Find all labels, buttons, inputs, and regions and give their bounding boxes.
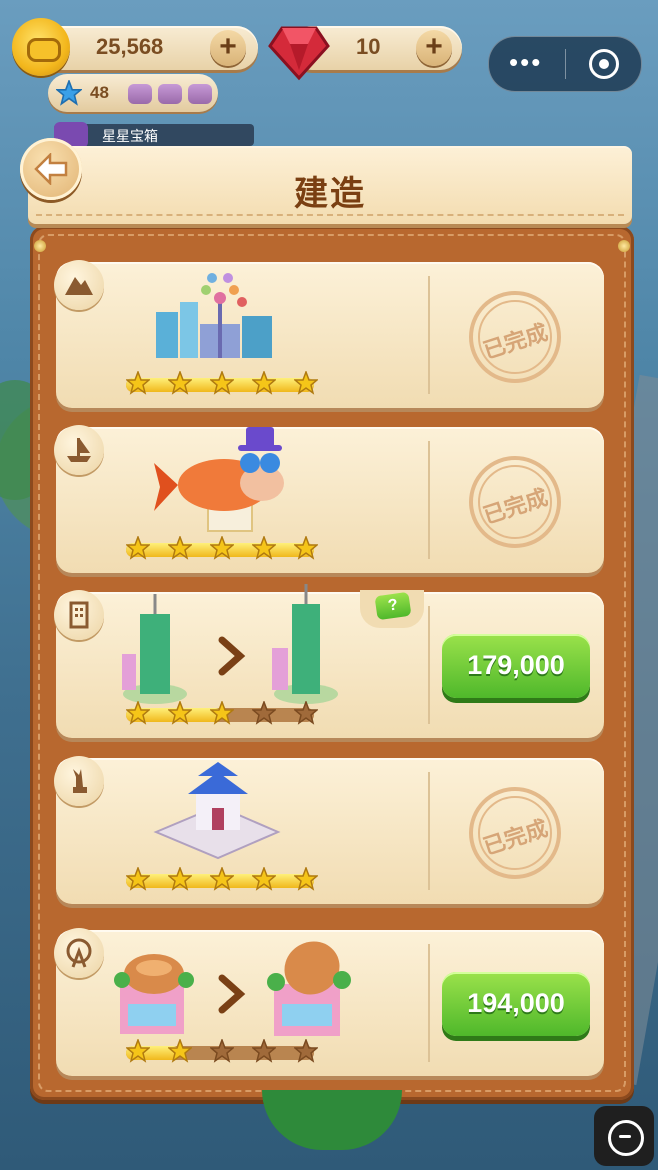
upgrade-price: 179,000 bbox=[467, 650, 565, 680]
stars-count: 48 bbox=[90, 83, 109, 102]
star-filled-icon bbox=[168, 701, 192, 725]
taipei-101-after-art bbox=[272, 584, 338, 704]
category-badge bbox=[54, 756, 104, 806]
ruby-icon bbox=[268, 26, 330, 81]
star-filled-icon bbox=[168, 371, 192, 395]
completed-stamp: 已完成 bbox=[460, 282, 570, 392]
card-divider bbox=[428, 944, 430, 1062]
completed-stamp: 已完成 bbox=[460, 778, 570, 888]
add-coins-button[interactable]: + bbox=[210, 30, 246, 66]
chat-button[interactable] bbox=[594, 1106, 654, 1166]
completed-stamp: 已完成 bbox=[460, 447, 570, 557]
card-divider bbox=[428, 441, 430, 559]
star-empty-icon bbox=[294, 701, 318, 725]
chest-icon bbox=[188, 84, 212, 104]
add-gems-button[interactable]: + bbox=[416, 30, 452, 66]
blue-star-icon bbox=[56, 80, 82, 106]
taipei-101-before-art bbox=[122, 594, 187, 704]
star-filled-icon bbox=[126, 867, 150, 891]
coin-amount: 25,568 bbox=[96, 34, 164, 59]
page-title: 建造 bbox=[294, 174, 366, 214]
back-button[interactable] bbox=[20, 138, 82, 200]
star-filled-icon bbox=[294, 867, 318, 891]
rivet bbox=[34, 240, 46, 252]
rivet bbox=[618, 240, 630, 252]
build-card-4[interactable]: 已完成 bbox=[54, 756, 604, 904]
card-divider bbox=[428, 772, 430, 890]
star-filled-icon bbox=[126, 371, 150, 395]
chest-icon bbox=[158, 84, 182, 104]
chest-icon bbox=[128, 84, 152, 104]
mini-program-capsule: ••• bbox=[488, 36, 642, 92]
star-rating bbox=[126, 701, 318, 725]
star-filled-icon bbox=[210, 371, 234, 395]
building-icon bbox=[69, 601, 89, 629]
star-chest-hint: 星星宝箱 bbox=[54, 122, 254, 148]
build-card-2[interactable]: 已完成 bbox=[54, 425, 604, 573]
upgrade-button[interactable]: 194,000 bbox=[442, 972, 590, 1036]
build-card-5[interactable]: 194,000 bbox=[54, 928, 604, 1076]
star-filled-icon bbox=[294, 371, 318, 395]
build-card-1[interactable]: 已完成 bbox=[54, 260, 604, 408]
capsule-divider bbox=[565, 49, 566, 79]
arrow-right-icon bbox=[218, 636, 246, 676]
coin-icon bbox=[12, 18, 70, 76]
panel-header: 建造 bbox=[28, 146, 632, 224]
star-filled-icon bbox=[210, 867, 234, 891]
card-divider bbox=[428, 606, 430, 724]
bread-shop-before-art bbox=[114, 954, 194, 1034]
memorial-hall-art bbox=[153, 762, 281, 860]
star-filled-icon bbox=[168, 1039, 192, 1063]
star-filled-icon bbox=[126, 536, 150, 560]
star-filled-icon bbox=[210, 701, 234, 725]
card-divider bbox=[428, 276, 430, 394]
star-filled-icon bbox=[252, 536, 276, 560]
upgrade-button[interactable]: 179,000 bbox=[442, 634, 590, 698]
star-rating bbox=[126, 536, 318, 560]
help-icon: ? bbox=[374, 591, 412, 621]
bread-shop-after-art bbox=[267, 941, 351, 1036]
star-empty-icon bbox=[294, 1039, 318, 1063]
star-filled-icon bbox=[126, 1039, 150, 1063]
ferris-wheel-icon bbox=[66, 938, 92, 968]
statue-icon bbox=[73, 769, 87, 793]
ship-icon bbox=[67, 438, 91, 462]
star-progress[interactable]: 48 bbox=[48, 74, 218, 112]
star-filled-icon bbox=[252, 867, 276, 891]
star-filled-icon bbox=[168, 536, 192, 560]
star-filled-icon bbox=[126, 701, 150, 725]
hint-label: 星星宝箱 bbox=[102, 128, 158, 144]
star-empty-icon bbox=[210, 1039, 234, 1063]
star-filled-icon bbox=[168, 867, 192, 891]
star-rating bbox=[126, 1039, 318, 1063]
category-badge bbox=[54, 425, 104, 475]
star-filled-icon bbox=[294, 536, 318, 560]
back-arrow-icon bbox=[34, 153, 68, 185]
mountain-icon bbox=[65, 277, 93, 295]
star-filled-icon bbox=[252, 371, 276, 395]
upgrade-price: 194,000 bbox=[467, 988, 565, 1018]
arrow-right-icon bbox=[218, 974, 246, 1014]
category-badge bbox=[54, 590, 104, 640]
star-empty-icon bbox=[252, 701, 276, 725]
star-filled-icon bbox=[210, 536, 234, 560]
city-skyline-art bbox=[156, 273, 272, 358]
gem-amount: 10 bbox=[356, 34, 381, 59]
star-rating bbox=[126, 867, 318, 891]
close-mini-program-button[interactable] bbox=[589, 49, 619, 79]
help-tab[interactable]: ? bbox=[360, 590, 424, 628]
more-menu-button[interactable]: ••• bbox=[509, 49, 542, 75]
star-empty-icon bbox=[252, 1039, 276, 1063]
star-rating bbox=[126, 371, 318, 395]
category-badge bbox=[54, 260, 104, 310]
chat-bubble-icon bbox=[608, 1120, 644, 1156]
build-card-3[interactable]: ? 179,000 bbox=[54, 584, 604, 738]
lucky-fish-art bbox=[154, 427, 284, 532]
category-badge bbox=[54, 928, 104, 978]
